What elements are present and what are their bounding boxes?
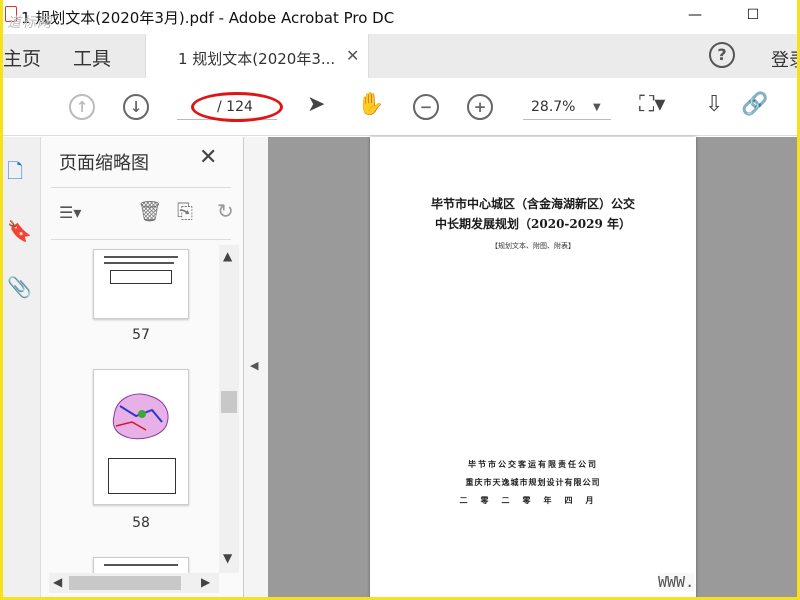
scroll-up-icon[interactable]: ▲ <box>223 249 232 263</box>
divider <box>51 187 231 188</box>
doc-date: 二零二零年四月 <box>459 496 607 505</box>
page-thumbnail-58[interactable] <box>93 369 189 505</box>
page-thumbnails-icon[interactable]: 🗋 <box>7 157 23 191</box>
login-button[interactable]: 登录 <box>771 46 797 72</box>
maximize-button[interactable]: ☐ <box>731 0 775 30</box>
thumbnail-text-line <box>104 564 178 566</box>
scrollbar-thumb[interactable] <box>221 391 237 413</box>
panel-collapse-handle[interactable]: ◀ <box>244 137 268 597</box>
tab-home[interactable]: 主页 <box>3 44 41 71</box>
rotate-icon[interactable]: ↻ <box>217 199 234 223</box>
page-label-58: 58 <box>132 515 150 531</box>
doc-title-line1: 毕节市中心城区（含金海湖新区）公交 <box>430 197 635 211</box>
toolbar: ↑ ↓ / 124 ➤ ✋ − + 28.7% ▼ ⛶▾ ⇩ 🔗 <box>3 78 797 136</box>
options-menu-icon[interactable]: ☰▾ <box>59 203 81 222</box>
divider <box>51 239 231 240</box>
tab-tools[interactable]: 工具 <box>73 44 111 71</box>
www-watermark: WWW. <box>658 573 695 591</box>
hand-tool-icon[interactable]: ✋ <box>357 92 384 117</box>
trash-icon[interactable]: 🗑 <box>137 199 162 223</box>
scroll-down-icon[interactable]: ▼ <box>223 551 232 565</box>
doc-subtitle: 【规划文本、附图、附表】 <box>491 242 575 250</box>
scroll-mode-icon[interactable]: ⇩ <box>705 92 723 117</box>
tab-document-label: 1 规划文本(2020年3... <box>178 50 336 68</box>
scroll-right-icon[interactable]: ▶ <box>201 575 210 589</box>
close-tab-icon[interactable]: ✕ <box>346 46 359 65</box>
select-pointer-icon[interactable]: ➤ <box>307 92 325 117</box>
zoom-in-icon[interactable]: + <box>467 94 493 120</box>
zoom-value: 28.7% <box>531 99 576 115</box>
thumbnail-table <box>108 458 176 494</box>
zoom-select[interactable]: 28.7% ▼ <box>523 96 611 120</box>
bookmark-icon[interactable]: 🔖 <box>7 219 32 243</box>
window-title: 1 规划文本(2020年3月).pdf - Adobe Acrobat Pro … <box>21 9 395 27</box>
scrollbar-thumb[interactable] <box>69 576 181 590</box>
watermark-logo: 道标网 <box>7 15 52 31</box>
help-icon[interactable]: ? <box>709 42 735 68</box>
document-view[interactable]: 毕节市中心城区（含金海湖新区）公交 中长期发展规划（2020-2029 年） 【… <box>268 137 797 597</box>
page-label-57: 57 <box>132 327 150 343</box>
close-panel-icon[interactable]: ✕ <box>199 145 217 170</box>
thumbnails-panel: 页面缩略图 ✕ ☰▾ 🗑 ⎘ ↻ 57 58 ▲ ▼ ◀ ▶ <box>41 137 244 597</box>
doc-title-line2: 中长期发展规划（2020-2029 年） <box>435 217 631 231</box>
next-page-icon[interactable]: ↓ <box>123 94 149 120</box>
panel-title: 页面缩略图 <box>59 153 149 174</box>
collapse-arrow-icon[interactable]: ◀ <box>250 359 258 372</box>
thumbnail-table <box>110 270 172 284</box>
minimize-button[interactable]: — <box>673 0 717 30</box>
page-thumbnail-57[interactable] <box>93 249 189 319</box>
link-cloud-icon[interactable]: 🔗 <box>741 92 768 117</box>
zoom-out-icon[interactable]: − <box>413 94 439 120</box>
vertical-scrollbar[interactable]: ▲ ▼ <box>219 245 239 573</box>
extract-page-icon[interactable]: ⎘ <box>177 199 193 223</box>
attachment-icon[interactable]: 📎 <box>7 275 32 299</box>
doc-org-line2: 重庆市天逸城市规划设计有限公司 <box>465 478 601 487</box>
navigation-strip: 🗋 🔖 📎 <box>3 137 41 597</box>
annotation-circle <box>191 92 283 122</box>
map-thumbnail <box>112 393 169 440</box>
doc-org-line1: 毕节市公交客运有限责任公司 <box>468 460 598 469</box>
chevron-down-icon: ▼ <box>593 102 601 113</box>
tab-bar: 主页 工具 1 规划文本(2020年3... ✕ ? 登录 <box>3 34 797 78</box>
previous-page-icon[interactable]: ↑ <box>69 94 95 120</box>
scroll-left-icon[interactable]: ◀ <box>53 575 62 589</box>
horizontal-scrollbar[interactable]: ◀ ▶ <box>49 573 219 593</box>
thumbnail-text-line <box>104 256 178 258</box>
app-window: 1 规划文本(2020年3月).pdf - Adobe Acrobat Pro … <box>0 0 800 600</box>
pdf-page: 毕节市中心城区（含金海湖新区）公交 中长期发展规划（2020-2029 年） 【… <box>370 137 696 597</box>
thumbnail-text-line <box>104 262 174 264</box>
page-fit-icon[interactable]: ⛶▾ <box>639 92 665 117</box>
title-bar: 1 规划文本(2020年3月).pdf - Adobe Acrobat Pro … <box>3 0 797 34</box>
tab-document[interactable]: 1 规划文本(2020年3... ✕ <box>145 34 369 78</box>
